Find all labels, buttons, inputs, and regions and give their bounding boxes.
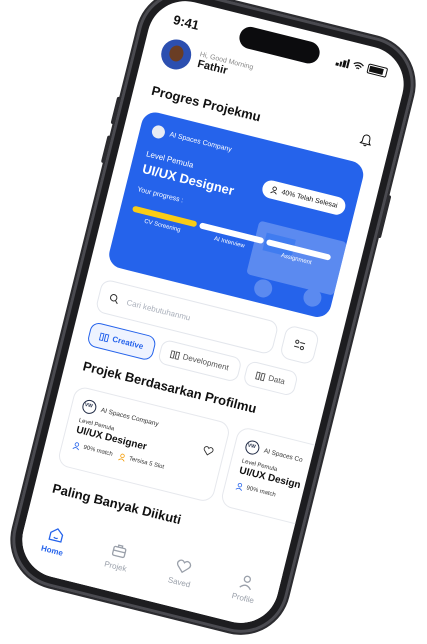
chip-label: Creative xyxy=(111,334,145,351)
category-icon xyxy=(254,370,266,381)
user-icon xyxy=(235,482,243,491)
slot-text: Tersisa 5 Slot xyxy=(128,456,165,471)
nav-label: Projek xyxy=(103,559,128,574)
chip-label: Data xyxy=(267,373,286,387)
category-icon xyxy=(169,349,180,360)
company-name: AI Spaces Company xyxy=(168,131,233,154)
nav-label: Profile xyxy=(230,591,255,606)
match-info: 90% match xyxy=(72,441,114,459)
your-progress-label: Your progress : xyxy=(136,186,185,205)
wifi-icon xyxy=(353,61,365,69)
category-icon xyxy=(98,331,110,342)
battery-icon xyxy=(366,63,389,78)
phone-mockup: 9:41 Hi, Good Morning Fathir Progres Pro… xyxy=(2,0,424,644)
heart-icon[interactable] xyxy=(202,445,214,457)
user-icon xyxy=(239,575,252,591)
nav-profile[interactable]: Profile xyxy=(230,572,260,606)
avatar[interactable] xyxy=(158,36,195,73)
nav-label: Saved xyxy=(167,575,192,590)
progress-step: CV Screening xyxy=(130,205,198,237)
heart-icon xyxy=(176,559,191,574)
match-text: 90% match xyxy=(82,444,114,458)
filter-button[interactable] xyxy=(278,324,321,366)
status-time: 9:41 xyxy=(171,12,201,33)
chip-label: Development xyxy=(181,352,230,373)
progress-illustration xyxy=(247,221,346,307)
nav-saved[interactable]: Saved xyxy=(167,556,196,590)
signal-icon xyxy=(335,56,351,68)
chip-creative[interactable]: Creative xyxy=(86,321,157,362)
chip-development[interactable]: Development xyxy=(156,338,243,383)
completion-text: 40% Telah Selesai xyxy=(280,188,339,210)
nav-projek[interactable]: Projek xyxy=(103,540,132,574)
match-info: 90% match xyxy=(235,482,277,500)
completion-badge: 40% Telah Selesai xyxy=(260,178,348,217)
briefcase-icon xyxy=(111,544,127,559)
search-icon xyxy=(109,294,118,305)
company-logo xyxy=(80,398,98,416)
company-logo xyxy=(150,124,167,140)
nav-home[interactable]: Home xyxy=(40,524,69,558)
user-icon xyxy=(72,442,80,451)
status-icons xyxy=(335,56,389,78)
company-row: AI Spaces Company xyxy=(150,124,234,156)
user-icon xyxy=(118,453,125,462)
filter-icon xyxy=(294,339,306,351)
match-text: 90% match xyxy=(245,485,277,499)
company-logo xyxy=(243,439,261,457)
bell-icon[interactable] xyxy=(359,133,374,149)
nav-label: Home xyxy=(40,543,64,558)
bottom-nav: Home Projek Saved Profile xyxy=(14,511,283,631)
search-input[interactable] xyxy=(123,296,247,337)
user-icon xyxy=(269,186,277,195)
company-name: AI Spaces Co xyxy=(263,447,304,464)
home-icon xyxy=(47,527,63,543)
chip-data[interactable]: Data xyxy=(242,359,299,397)
